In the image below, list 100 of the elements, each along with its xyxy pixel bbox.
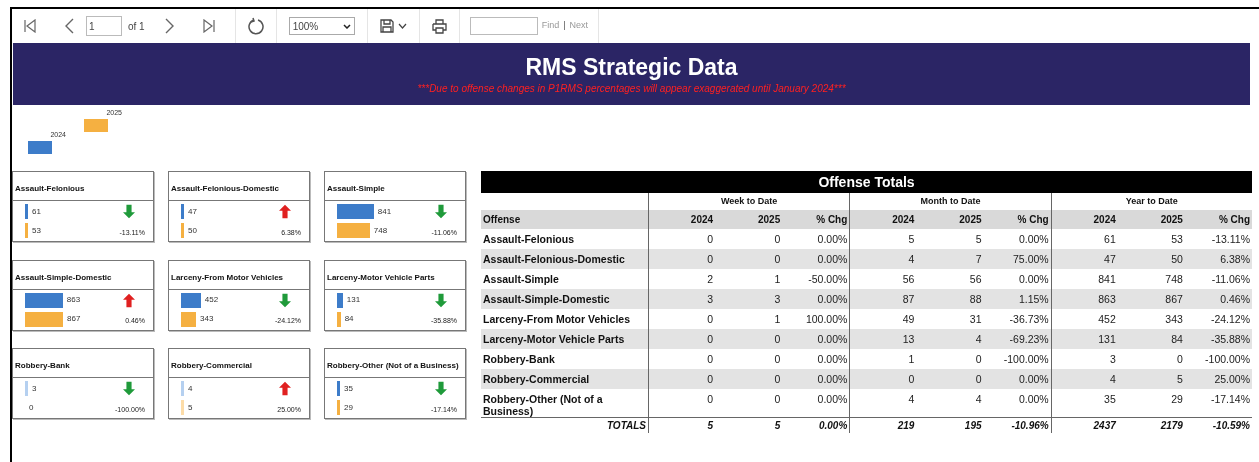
table-cell: 88 — [969, 293, 982, 305]
page-number-field[interactable]: 1 — [86, 16, 122, 36]
value-bar — [337, 292, 343, 308]
column-header: 2024 — [892, 213, 915, 227]
next-page-icon[interactable] — [164, 18, 175, 34]
table-cell: 61 — [1104, 233, 1116, 245]
table-cell: 863 — [1098, 293, 1116, 305]
bar-value: 131 — [346, 294, 361, 307]
total-cell-text: 5 — [774, 419, 781, 433]
table-cell: -17.14% — [1210, 393, 1250, 405]
table-cell: Assault-Felonious-Domestic — [483, 253, 625, 265]
bar-value: 841 — [377, 205, 392, 218]
table-cell: 0 — [707, 393, 714, 405]
table-cell: 0 — [707, 373, 714, 385]
table-cell: 0 — [908, 373, 915, 385]
column-header: 2024 — [690, 213, 714, 227]
find-field[interactable] — [469, 17, 538, 35]
column-header: % Chg — [1218, 213, 1250, 227]
bar-value: 748 — [373, 224, 388, 237]
previous-page-icon[interactable] — [64, 18, 74, 34]
table-cell: 84 — [1171, 333, 1183, 345]
table-cell: 0.00% — [1018, 373, 1049, 385]
table-cell: 4 — [975, 333, 982, 345]
table-cell: 49 — [902, 313, 915, 325]
table-cell: 452 — [1098, 313, 1116, 325]
table-cell: Assault-Simple — [483, 273, 559, 285]
value-bar — [25, 204, 28, 219]
table-cell: 3 — [1109, 353, 1116, 365]
notice-text: ***Due to offense changes in P1RMS percentages will appear exaggerated until January 2024*** — [417, 81, 846, 96]
column-header: % Chg — [1017, 213, 1049, 227]
table-cell: 13 — [902, 333, 915, 345]
table-cell: Assault-Felonious — [483, 233, 574, 245]
column-header: 2025 — [1160, 213, 1183, 227]
table-cell: 748 — [1165, 273, 1183, 285]
table-cell: 35 — [1104, 393, 1116, 405]
table-cell: 0 — [707, 353, 714, 365]
value-bar — [25, 381, 28, 397]
table-cell: 0 — [707, 313, 714, 325]
table-cell: Larceny-Motor Vehicle Parts — [483, 333, 625, 345]
caret-icon[interactable] — [397, 23, 407, 29]
total-cell-text: -10.59% — [1212, 419, 1250, 433]
table-cell: Assault-Simple-Domestic — [483, 293, 610, 305]
table-cell: 0.00% — [817, 393, 848, 405]
table-cell: 0 — [774, 353, 781, 365]
column-header: Offense — [483, 213, 521, 227]
bar-value: 47 — [188, 205, 197, 218]
table-cell: 3 — [774, 293, 781, 305]
value-bar — [337, 223, 370, 238]
table-cell: 29 — [1171, 393, 1183, 405]
print-icon[interactable] — [431, 18, 447, 34]
value-bar — [181, 311, 197, 327]
value-bar — [337, 381, 340, 397]
refresh-icon[interactable] — [247, 17, 264, 35]
card-title: Assault-Felonious-Domestic — [171, 184, 279, 193]
table-cell: 0 — [774, 233, 781, 245]
bar-value: 863 — [66, 294, 81, 307]
card-title: Larceny-From Motor Vehicles — [171, 272, 284, 282]
bar-value: 3 — [32, 382, 37, 395]
value-bar — [25, 223, 28, 238]
bar-value: 452 — [204, 294, 219, 307]
table-cell: 4 — [908, 393, 915, 405]
value-bar — [181, 204, 184, 219]
page-count: of 1 — [128, 19, 145, 34]
table-cell: 31 — [969, 313, 982, 325]
table-cell: 5 — [1177, 373, 1183, 385]
table-cell: 4 — [1109, 373, 1116, 385]
value-bar — [181, 292, 201, 308]
table-cell: -35.88% — [1210, 333, 1250, 345]
table-cell: -11.06% — [1211, 273, 1250, 285]
zoom-dropdown[interactable]: 100% — [288, 17, 355, 35]
last-page-icon[interactable] — [202, 19, 215, 33]
table-cell: 867 — [1165, 293, 1183, 305]
card-title: Robbery-Bank — [15, 361, 70, 371]
table-cell: -100.00% — [1003, 353, 1049, 365]
table-cell: 7 — [975, 253, 982, 265]
column-group-header: Year to Date — [1125, 194, 1178, 208]
table-cell: 4 — [975, 393, 982, 405]
column-header: 2025 — [757, 213, 781, 227]
total-cell-text: 195 — [964, 419, 982, 433]
table-cell: Robbery-Commercial — [483, 373, 590, 385]
card-title: Robbery-Commercial — [171, 361, 252, 371]
bar-value: 53 — [32, 224, 41, 237]
first-page-icon[interactable] — [24, 19, 36, 33]
table-cell: 0 — [707, 233, 714, 245]
table-cell: -100.00% — [1205, 353, 1250, 365]
bar-value: 61 — [32, 205, 41, 218]
table-cell: 0 — [774, 373, 781, 385]
table-cell: 0.00% — [1018, 393, 1049, 405]
table-cell: 0 — [1177, 353, 1183, 365]
bar-value: 343 — [200, 313, 214, 326]
save-icon[interactable] — [379, 19, 394, 33]
bar-value: 84 — [344, 313, 354, 326]
value-bar — [337, 204, 374, 219]
table-cell: 0.00% — [817, 253, 848, 265]
table-cell: 0 — [774, 393, 781, 405]
table-cell: 0.00% — [817, 293, 848, 305]
table-cell: -69.23% — [1009, 333, 1049, 345]
bar-value: 35 — [344, 382, 353, 395]
table-cell: 343 — [1165, 313, 1183, 325]
caret-icon — [342, 23, 351, 29]
